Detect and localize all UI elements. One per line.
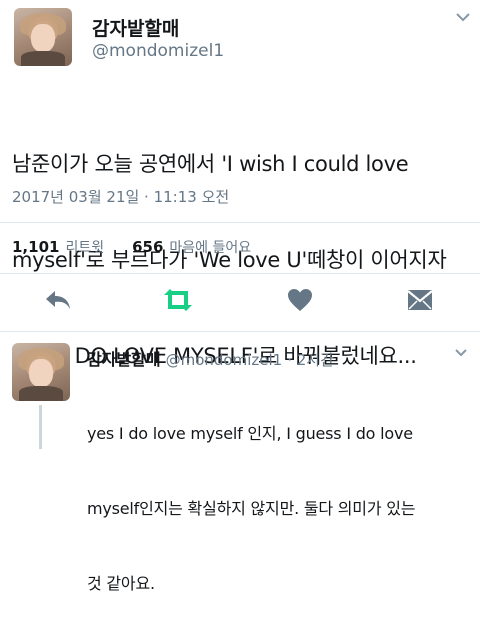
envelope-icon[interactable]: [405, 287, 435, 313]
reply-chevron-down-icon[interactable]: [453, 347, 469, 359]
reply-text: yes I do love myself 인지, I guess I do lo…: [87, 371, 472, 621]
tweet-stats: 1,101 리트윗 656 마음에 들어요: [12, 237, 251, 257]
reply-text-line: 것 같아요.: [87, 574, 155, 593]
tweet-timestamp[interactable]: 2017년 03월 21일 · 11:13 오전: [12, 186, 229, 207]
divider: [0, 222, 480, 223]
like-count[interactable]: 656: [132, 238, 163, 256]
reply-avatar[interactable]: [12, 343, 70, 401]
reply-user-handle[interactable]: @mondomizel1: [166, 351, 283, 369]
thread-line: [39, 405, 42, 449]
chevron-down-icon[interactable]: [455, 10, 471, 24]
user-handle[interactable]: @mondomizel1: [92, 41, 224, 61]
retweet-icon[interactable]: [160, 287, 196, 313]
divider: [0, 331, 480, 332]
reply-icon[interactable]: [43, 287, 73, 313]
reply-text-line: myself인지는 확실하지 않지만. 둘다 의미가 있는: [87, 499, 416, 518]
like-label[interactable]: 마음에 들어요: [169, 237, 251, 257]
reply-time[interactable]: · 2시간: [287, 349, 334, 370]
heart-icon[interactable]: [285, 286, 315, 314]
reply-text-line: yes I do love myself 인지, I guess I do lo…: [87, 424, 413, 443]
reply-display-name[interactable]: 감자밭할매: [87, 346, 161, 370]
reply-header: 감자밭할매 @mondomizel1 · 2시간: [87, 346, 334, 370]
retweet-label[interactable]: 리트윗: [65, 237, 104, 257]
tweet-text-line: 남준이가 오늘 공연에서 'I wish I could love: [12, 152, 409, 176]
divider: [0, 273, 480, 274]
avatar[interactable]: [14, 8, 72, 66]
retweet-count[interactable]: 1,101: [12, 238, 59, 256]
display-name[interactable]: 감자밭할매: [92, 14, 179, 41]
